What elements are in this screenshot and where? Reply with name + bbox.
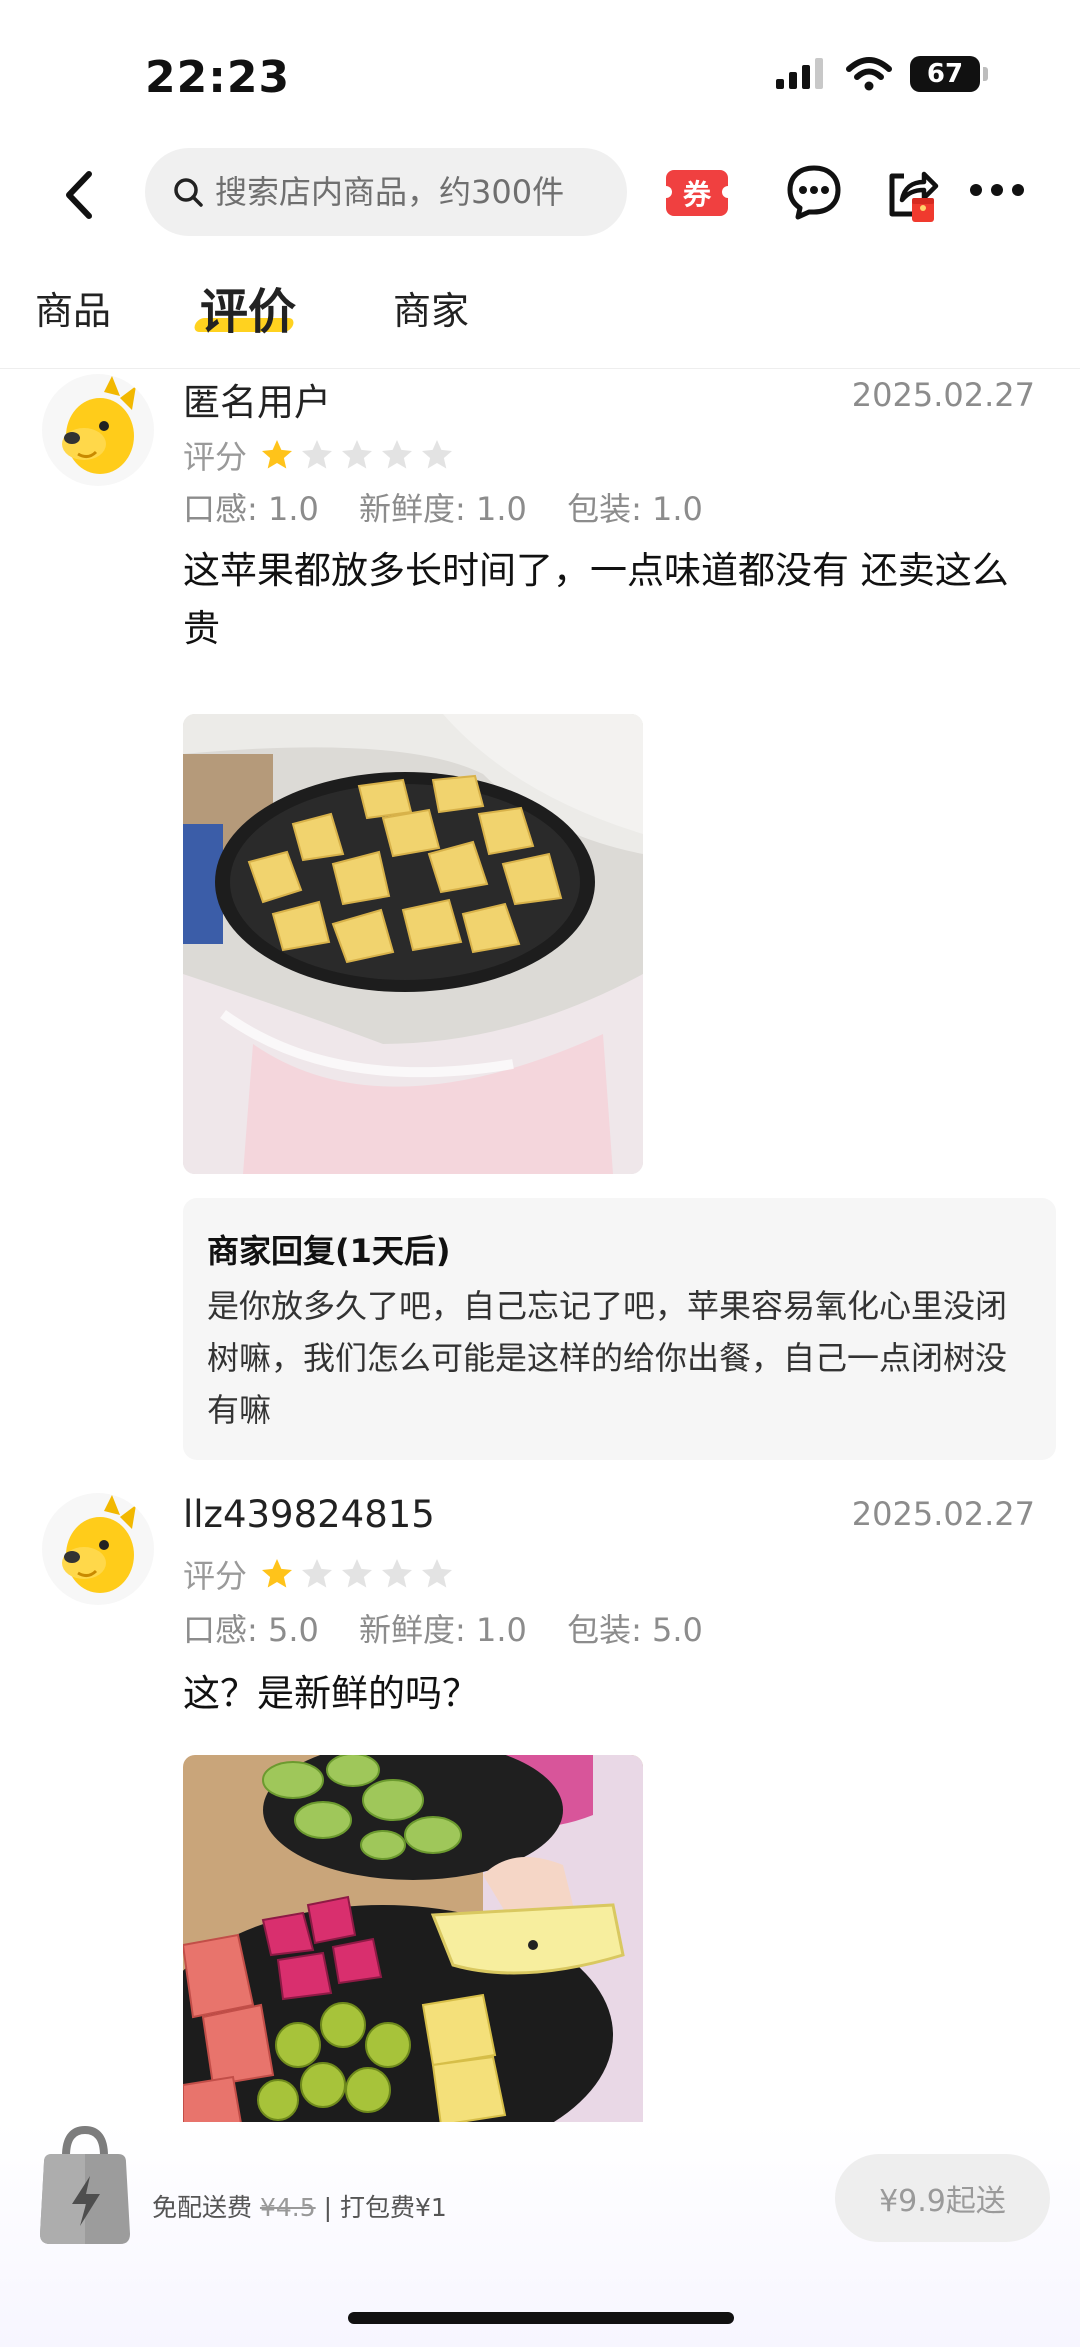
battery-icon: 67 [910, 56, 988, 92]
rating-row: 评分 [183, 1551, 455, 1597]
star-rating [259, 1556, 455, 1592]
review-photo[interactable] [183, 714, 643, 1174]
back-button[interactable] [45, 160, 115, 230]
score-taste: 口感: 5.0 [183, 1611, 319, 1649]
minimum-order-button[interactable]: ¥9.9起送 [835, 2154, 1050, 2242]
separator: | [323, 2193, 333, 2222]
score-taste: 口感: 1.0 [183, 490, 319, 528]
dot-icon [970, 184, 982, 196]
star-empty-icon [302, 440, 333, 469]
reply-text: 是你放多久了吧，自己忘记了吧，苹果容易氧化心里没闭树嘛，我们怎么可能是这样的给你… [207, 1287, 1008, 1429]
tab-products[interactable]: 商品 [35, 280, 111, 335]
review-photo[interactable] [183, 1755, 643, 2135]
status-icons: 67 [774, 56, 988, 92]
star-empty-icon [422, 440, 453, 469]
review-text: 这苹果都放多长时间了，一点味道都没有 还卖这么贵 [183, 549, 1009, 650]
packing-fee: 打包费¥1 [339, 2193, 447, 2222]
review-username: llz439824815 [183, 1493, 435, 1536]
home-indicator[interactable] [348, 2312, 734, 2324]
avatar[interactable] [42, 1493, 154, 1605]
merchant-reply: 商家回复(1天后) 是你放多久了吧，自己忘记了吧，苹果容易氧化心里没闭树嘛，我们… [183, 1198, 1056, 1460]
free-delivery-label: 免配送费 [152, 2193, 253, 2222]
sub-scores: 口感: 1.0 新鲜度: 1.0 包装: 1.0 [183, 484, 733, 530]
nav-bar: 券 [0, 140, 1080, 250]
star-empty-icon [422, 1559, 453, 1588]
avatar[interactable] [42, 374, 154, 486]
more-options-button[interactable] [970, 170, 1038, 210]
star-empty-icon [342, 440, 373, 469]
score-packaging: 包装: 1.0 [567, 490, 703, 528]
search-icon [171, 175, 205, 209]
review-text: 这？是新鲜的吗？ [183, 1672, 479, 1715]
search-bar[interactable] [145, 148, 627, 236]
review-date: 2025.02.27 [851, 1495, 1035, 1533]
tab-merchant[interactable]: 商家 [393, 280, 469, 335]
star-empty-icon [382, 1559, 413, 1588]
rating-label: 评分 [183, 1557, 248, 1595]
chat-bubble-icon [787, 165, 841, 220]
status-time: 22:23 [145, 52, 291, 103]
star-empty-icon [302, 1559, 333, 1588]
star-rating [259, 437, 455, 473]
review-username: 匿名用户 [183, 381, 331, 424]
score-packaging: 包装: 5.0 [567, 1611, 703, 1649]
star-empty-icon [382, 440, 413, 469]
tab-bar: 商品 评价 商家 [0, 250, 1080, 369]
signal-icon [776, 58, 823, 89]
score-freshness: 新鲜度: 1.0 [359, 1611, 527, 1649]
sub-scores: 口感: 5.0 新鲜度: 1.0 包装: 5.0 [183, 1605, 733, 1651]
share-button[interactable] [882, 164, 946, 228]
coupon-button[interactable]: 券 [660, 170, 734, 216]
status-bar: 22:23 67 [0, 0, 1080, 140]
reply-title: 商家回复(1天后) [207, 1232, 451, 1270]
original-delivery-fee: ¥4.5 [259, 2193, 316, 2222]
dot-icon [991, 184, 1003, 196]
rating-label: 评分 [183, 438, 248, 476]
share-icon [889, 171, 939, 222]
wifi-icon [846, 57, 892, 91]
search-input[interactable] [215, 173, 595, 211]
star-filled-icon [262, 440, 293, 469]
shopping-bag-icon[interactable] [30, 2122, 140, 2252]
chevron-left-icon [66, 171, 92, 219]
score-freshness: 新鲜度: 1.0 [359, 490, 527, 528]
dot-icon [1012, 184, 1024, 196]
star-empty-icon [342, 1559, 373, 1588]
star-filled-icon [262, 1559, 293, 1588]
review-date: 2025.02.27 [851, 376, 1035, 414]
delivery-fee-info: 免配送费 ¥4.5 | 打包费¥1 [152, 2188, 447, 2224]
message-button[interactable] [784, 162, 844, 222]
rating-row: 评分 [183, 432, 455, 478]
tab-reviews[interactable]: 评价 [200, 272, 296, 342]
